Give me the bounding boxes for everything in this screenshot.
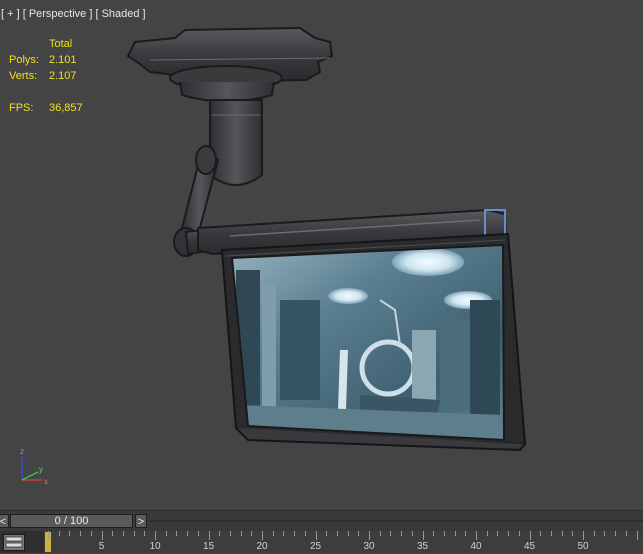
ruler-tick — [572, 531, 574, 536]
ruler-tick — [529, 531, 531, 540]
ruler-tick-label: 10 — [149, 541, 161, 552]
frame-ruler[interactable]: 5 10 15 20 25 30 35 40 45 50 — [44, 531, 643, 553]
ruler-tick — [497, 531, 499, 536]
ruler-tick — [476, 531, 477, 540]
ruler-tick — [326, 531, 328, 536]
ruler-tick — [540, 531, 542, 536]
ruler-tick — [443, 531, 445, 536]
ruler-tick — [208, 531, 210, 540]
ruler-tick — [379, 531, 381, 536]
ruler-tick — [636, 531, 638, 540]
ruler-tick — [101, 531, 103, 540]
ruler-tick — [550, 531, 552, 536]
ruler-tick — [240, 531, 242, 536]
next-frame-button[interactable]: > — [135, 514, 147, 528]
ruler-tick — [486, 531, 488, 536]
ruler-tick — [229, 531, 231, 536]
ruler-tick — [433, 531, 435, 536]
ruler-tick — [176, 531, 178, 536]
monitor-screen — [232, 245, 504, 440]
ruler-tick-label: 50 — [577, 541, 589, 552]
ruler-tick — [112, 531, 114, 536]
ruler-tick — [315, 531, 317, 540]
ruler-tick — [122, 531, 124, 536]
ruler-tick — [144, 531, 146, 536]
ceiling-monitor-model[interactable] — [0, 0, 643, 510]
ruler-tick — [48, 531, 49, 540]
time-slider-bar: < 0 / 100 > — [0, 510, 643, 531]
ruler-tick — [561, 531, 563, 536]
previous-frame-button[interactable]: < — [0, 514, 9, 528]
ruler-tick — [583, 531, 584, 540]
ruler-tick — [80, 531, 82, 536]
ruler-tick — [219, 531, 221, 536]
ruler-tick-label: 5 — [98, 541, 105, 552]
ruler-tick-label: 45 — [523, 541, 536, 552]
ruler-tick — [304, 531, 306, 536]
ruler-tick — [390, 531, 392, 536]
support-column — [209, 99, 263, 186]
ruler-tick — [133, 531, 135, 536]
ruler-tick — [347, 531, 349, 536]
ruler-tick — [90, 531, 92, 536]
ruler-tick-label: 25 — [309, 541, 322, 552]
track-bar: 5 10 15 20 25 30 35 40 45 50 — [0, 531, 643, 553]
ruler-tick — [411, 531, 413, 536]
ruler-tick — [422, 531, 424, 540]
ruler-tick — [262, 531, 263, 540]
gizmo-y-label: y — [39, 465, 43, 474]
perspective-viewport[interactable]: [ + ] [ Perspective ] [ Shaded ] Total P… — [0, 0, 643, 510]
ruler-tick — [294, 531, 296, 536]
ceiling-mount — [126, 26, 334, 103]
ruler-tick — [508, 531, 510, 536]
ruler-tick — [58, 531, 60, 536]
ruler-tick — [283, 531, 285, 536]
ruler-tick — [197, 531, 199, 536]
ruler-tick-label: 15 — [202, 541, 215, 552]
axis-gizmo: z x y — [20, 448, 48, 486]
ruler-tick — [369, 531, 370, 540]
ruler-tick-label: 35 — [416, 541, 429, 552]
ruler-tick — [604, 531, 606, 536]
ruler-tick-label: 20 — [256, 541, 268, 552]
ruler-tick — [155, 531, 156, 540]
ruler-tick — [358, 531, 360, 536]
ruler-tick — [336, 531, 338, 536]
gizmo-z-label: z — [20, 448, 24, 456]
time-slider-thumb[interactable]: 0 / 100 — [10, 514, 133, 528]
time-slider-track[interactable] — [150, 520, 643, 522]
ruler-tick — [165, 531, 167, 536]
ruler-tick — [187, 531, 189, 536]
ruler-tick — [69, 531, 71, 536]
ruler-tick — [465, 531, 467, 536]
ruler-tick — [401, 531, 403, 536]
ruler-tick-label: 40 — [470, 541, 482, 552]
ruler-tick — [615, 531, 617, 536]
gizmo-x-label: x — [44, 477, 48, 486]
ruler-tick — [454, 531, 456, 536]
ruler-tick — [518, 531, 520, 536]
ruler-tick — [272, 531, 274, 536]
curve-editor-toggle-icon[interactable] — [3, 534, 25, 551]
ruler-tick — [251, 531, 253, 536]
ruler-tick-label: 30 — [363, 541, 375, 552]
ruler-tick — [593, 531, 595, 536]
ruler-tick — [625, 531, 627, 536]
